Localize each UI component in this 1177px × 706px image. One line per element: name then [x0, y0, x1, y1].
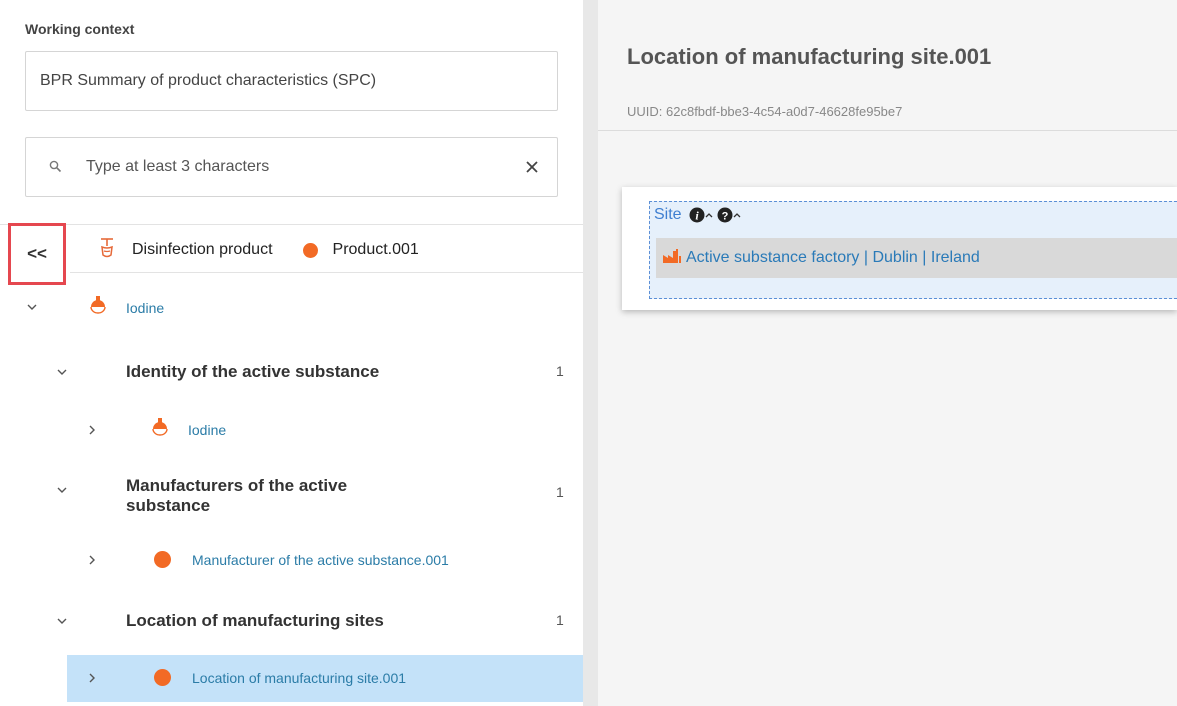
working-context-value: BPR Summary of product characteristics (…: [40, 72, 377, 89]
section-count: 1: [556, 612, 564, 628]
form-card: Site i ? Active substance factory | Dubl…: [622, 187, 1177, 310]
search-icon: [26, 160, 86, 174]
section-title: Identity of the active substance: [126, 362, 380, 381]
root-dataset-name: Product.001: [332, 241, 419, 258]
flask-icon: [152, 418, 168, 441]
tree-node-substance[interactable]: Iodine: [26, 296, 164, 319]
close-icon[interactable]: [507, 160, 557, 174]
site-reference-text: Active substance factory | Dublin | Irel…: [686, 249, 980, 266]
tree-node-label: Location of manufacturing site.001: [192, 669, 407, 686]
chevron-right-icon[interactable]: [86, 672, 98, 684]
chevron-down-icon[interactable]: [56, 484, 68, 496]
chevron-right-icon[interactable]: [86, 424, 98, 436]
document-panel: Location of manufacturing site.001 UUID:…: [598, 0, 1177, 706]
tree-node-label: Manufacturer of the active substance.001: [192, 551, 449, 568]
divider: [70, 272, 583, 273]
section-title-line: substance: [126, 496, 211, 515]
root-dataset[interactable]: Disinfection product Product.001: [100, 233, 419, 267]
tree-node-manufacturer[interactable]: Manufacturer of the active substance.001: [86, 551, 449, 568]
status-dot: [154, 551, 171, 568]
chevron-down-icon[interactable]: [56, 366, 68, 378]
working-context-select[interactable]: BPR Summary of product characteristics (…: [25, 51, 558, 111]
search-input[interactable]: [86, 158, 507, 176]
chevron-down-icon[interactable]: [56, 615, 68, 627]
section-count: 1: [556, 484, 564, 500]
tree-node-location-selected[interactable]: Location of manufacturing site.001: [86, 669, 406, 686]
section-title: Manufacturers of the active substance: [126, 476, 347, 516]
info-icon[interactable]: i: [689, 207, 715, 223]
tree-node-label: Iodine: [126, 299, 165, 316]
tree-section-locations[interactable]: Location of manufacturing sites: [56, 611, 384, 631]
factory-icon: [662, 248, 682, 269]
svg-text:?: ?: [721, 211, 728, 223]
section-count: 1: [556, 363, 564, 379]
page-title: Location of manufacturing site.001: [627, 44, 992, 69]
flask-icon: [90, 296, 106, 319]
collapse-panel-button[interactable]: <<: [8, 223, 66, 285]
navigation-panel: Working context BPR Summary of product c…: [0, 0, 583, 706]
tree-node-identity-iodine[interactable]: Iodine: [86, 418, 226, 441]
status-dot: [154, 669, 171, 686]
tree-search: [25, 137, 558, 197]
disinfection-product-icon: [100, 237, 114, 264]
root-dataset-type: Disinfection product: [132, 241, 273, 258]
tree-node-label: Iodine: [188, 421, 227, 438]
tree-section-manufacturers[interactable]: Manufacturers of the active substance: [56, 476, 347, 516]
panel-splitter[interactable]: [583, 0, 598, 706]
tree-section-identity[interactable]: Identity of the active substance: [56, 362, 379, 382]
help-icon[interactable]: ?: [717, 207, 743, 223]
divider: [598, 130, 1177, 131]
document-uuid: UUID: 62c8fbdf-bbe3-4c54-a0d7-46628fe95b…: [627, 104, 903, 119]
site-field: Site i ? Active substance factory | Dubl…: [649, 201, 1177, 299]
section-title: Location of manufacturing sites: [126, 611, 384, 630]
site-field-label-row: Site i ?: [654, 206, 743, 224]
site-field-label: Site: [654, 206, 682, 223]
site-reference-link[interactable]: Active substance factory | Dublin | Irel…: [656, 238, 1177, 278]
divider: [0, 224, 583, 225]
chevron-down-icon[interactable]: [26, 302, 38, 314]
status-dot: [302, 242, 318, 258]
working-context-label: Working context: [25, 21, 135, 37]
chevron-right-icon[interactable]: [86, 554, 98, 566]
section-title-line: Manufacturers of the active: [126, 476, 348, 495]
